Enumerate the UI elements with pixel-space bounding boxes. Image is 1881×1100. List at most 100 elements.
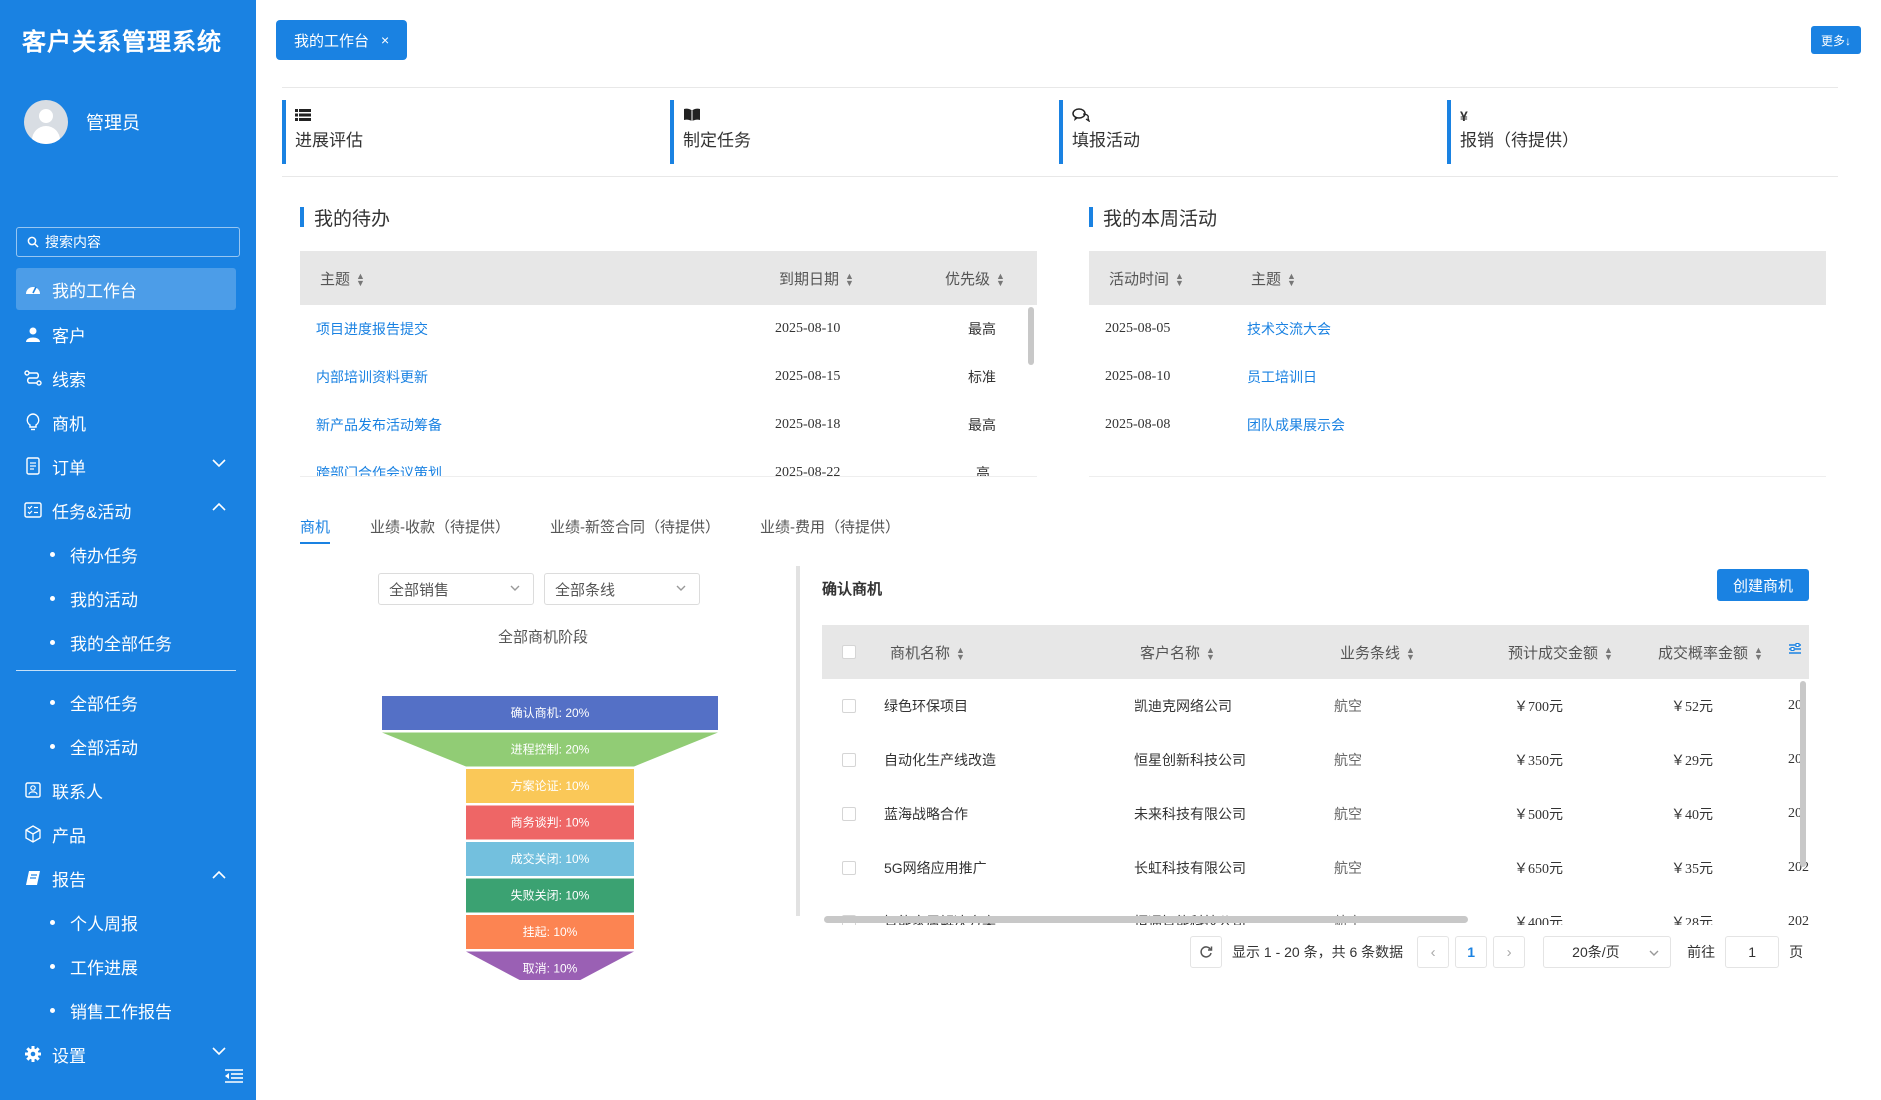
more-button[interactable]: 更多↓ xyxy=(1810,26,1861,54)
sort-icon[interactable]: ▲ ▼ xyxy=(1206,645,1215,661)
activity-subject-link[interactable]: 员工培训日 xyxy=(1247,367,1317,387)
user-profile[interactable]: 管理员 xyxy=(24,100,140,144)
row-checkbox[interactable] xyxy=(842,753,856,767)
create-opportunity-button[interactable]: 创建商机 xyxy=(1717,569,1810,601)
goto-page-input[interactable]: 1 xyxy=(1725,936,1780,968)
sidebar-item-label: 设置 xyxy=(52,1046,86,1066)
column-settings-icon[interactable] xyxy=(1788,642,1802,660)
page-size-select[interactable]: 20条/页 xyxy=(1543,936,1672,968)
select-all-checkbox[interactable] xyxy=(842,645,856,659)
refresh-icon[interactable] xyxy=(1190,936,1222,968)
tab-expenses[interactable]: 业绩-费用（待提供） xyxy=(760,516,900,546)
tab-opportunity[interactable]: 商机 xyxy=(300,516,331,546)
sidebar-subitem-todo-tasks[interactable]: 待办任务 xyxy=(16,532,236,576)
quick-actions: 进展评估 制定任务 填报活动 ¥ 报销（待提供） xyxy=(282,87,1838,177)
line-filter-select[interactable]: 全部条线 xyxy=(544,573,700,605)
table-row[interactable]: 蓝海战略合作 未来科技有限公司 航空 ￥500元 ￥40元 20 xyxy=(822,787,1809,841)
sort-icon[interactable]: ▲ ▼ xyxy=(1175,271,1184,287)
sidebar-item-leads[interactable]: 线索 xyxy=(16,356,236,400)
sidebar-item-label: 线索 xyxy=(52,370,86,390)
sidebar-subitem-my-activities[interactable]: 我的活动 xyxy=(16,576,236,620)
tab-workbench[interactable]: 我的工作台 × xyxy=(276,20,408,60)
column-header-time[interactable]: 活动时间 ▲ ▼ xyxy=(1109,268,1184,289)
opps-vertical-scrollbar[interactable] xyxy=(1800,681,1806,867)
next-page-button[interactable]: › xyxy=(1493,936,1526,968)
page-number-button[interactable]: 1 xyxy=(1455,936,1488,968)
funnel-stage-label: 商务谈判: 10% xyxy=(511,815,590,830)
todo-title: 我的待办 xyxy=(300,204,390,231)
search-input[interactable] xyxy=(45,234,225,250)
column-header-subject[interactable]: 主题 ▲ ▼ xyxy=(1251,268,1296,289)
sort-icon[interactable]: ▲ ▼ xyxy=(1754,645,1763,661)
sort-icon[interactable]: ▲ ▼ xyxy=(996,271,1005,287)
quick-action-task[interactable]: 制定任务 xyxy=(670,100,751,164)
column-header-name[interactable]: 商机名称 ▲ ▼ xyxy=(890,642,965,663)
sidebar-item-customer[interactable]: 客户 xyxy=(16,312,236,356)
table-row[interactable]: 跨部门合作会议策划 2025-08-22 高 xyxy=(300,449,1037,476)
panel-divider[interactable] xyxy=(796,566,800,916)
sort-icon[interactable]: ▲ ▼ xyxy=(1406,645,1415,661)
column-header-subject[interactable]: 主题 ▲ ▼ xyxy=(320,268,365,289)
sales-filter-select[interactable]: 全部销售 xyxy=(378,573,534,605)
quick-action-progress[interactable]: 进展评估 xyxy=(282,100,363,164)
sidebar-subitem-sales-report[interactable]: 销售工作报告 xyxy=(16,988,236,1032)
sort-icon[interactable]: ▲ ▼ xyxy=(956,645,965,661)
table-row[interactable]: 2025-08-05 技术交流大会 xyxy=(1089,305,1826,353)
sidebar-item-tasks[interactable]: 任务&活动 xyxy=(16,488,236,532)
todo-subject-link[interactable]: 跨部门合作会议策划 xyxy=(316,463,442,476)
activity-subject-link[interactable]: 技术交流大会 xyxy=(1247,319,1331,339)
sidebar-item-products[interactable]: 产品 xyxy=(16,812,236,856)
sidebar-item-reports[interactable]: 报告 xyxy=(16,856,236,900)
column-header-amount[interactable]: 预计成交金额 ▲ ▼ xyxy=(1508,642,1613,663)
table-row[interactable]: 自动化生产线改造 恒星创新科技公司 航空 ￥350元 ￥29元 20 xyxy=(822,733,1809,787)
sidebar-subitem-all-activities[interactable]: 全部活动 xyxy=(16,724,236,768)
sidebar-item-opportunity[interactable]: 商机 xyxy=(16,400,236,444)
column-header-line[interactable]: 业务条线 ▲ ▼ xyxy=(1340,642,1415,663)
table-row[interactable]: 绿色环保项目 凯迪克网络公司 航空 ￥700元 ￥52元 20 xyxy=(822,679,1809,733)
sidebar-search[interactable] xyxy=(16,227,240,257)
quick-action-expense[interactable]: ¥ 报销（待提供） xyxy=(1447,100,1579,164)
table-row[interactable]: 新产品发布活动筹备 2025-08-18 最高 xyxy=(300,401,1037,449)
sidebar-subitem-my-all-tasks[interactable]: 我的全部任务 xyxy=(16,620,236,664)
prev-page-button[interactable]: ‹ xyxy=(1417,936,1450,968)
todo-subject-link[interactable]: 项目进度报告提交 xyxy=(316,319,428,339)
week-title: 我的本周活动 xyxy=(1089,204,1217,231)
table-row[interactable]: 2025-08-08 团队成果展示会 xyxy=(1089,401,1826,449)
row-checkbox[interactable] xyxy=(842,807,856,821)
quick-action-activity[interactable]: 填报活动 xyxy=(1059,100,1140,164)
subitem-label: 全部活动 xyxy=(70,738,138,758)
todo-subject-link[interactable]: 新产品发布活动筹备 xyxy=(316,415,442,435)
table-row[interactable]: 项目进度报告提交 2025-08-10 最高 xyxy=(300,305,1037,353)
sidebar-item-dashboard[interactable]: 我的工作台 xyxy=(16,268,236,310)
table-row[interactable]: 2025-08-10 员工培训日 xyxy=(1089,353,1826,401)
sidebar-item-label: 联系人 xyxy=(52,782,103,802)
column-header-priority[interactable]: 优先级 ▲ ▼ xyxy=(945,268,1005,289)
sort-icon[interactable]: ▲ ▼ xyxy=(356,271,365,287)
column-header-prob[interactable]: 成交概率金额 ▲ ▼ xyxy=(1658,642,1763,663)
sidebar-item-settings[interactable]: 设置 xyxy=(16,1032,236,1076)
sidebar-item-orders[interactable]: 订单 xyxy=(16,444,236,488)
collapse-sidebar-icon[interactable] xyxy=(224,1068,244,1088)
row-checkbox[interactable] xyxy=(842,699,856,713)
column-header-due[interactable]: 到期日期 ▲ ▼ xyxy=(779,268,854,289)
sidebar-subitem-progress[interactable]: 工作进展 xyxy=(16,944,236,988)
opps-horizontal-scrollbar[interactable] xyxy=(824,916,1468,923)
sidebar-subitem-weekly[interactable]: 个人周报 xyxy=(16,900,236,944)
table-row[interactable]: 5G网络应用推广 长虹科技有限公司 航空 ￥650元 ￥35元 202 xyxy=(822,841,1809,895)
sidebar-subitem-all-tasks[interactable]: 全部任务 xyxy=(16,680,236,724)
sort-icon[interactable]: ▲ ▼ xyxy=(1604,645,1613,661)
close-icon[interactable]: × xyxy=(381,32,389,48)
table-row[interactable]: 内部培训资料更新 2025-08-15 标准 xyxy=(300,353,1037,401)
activity-subject-link[interactable]: 团队成果展示会 xyxy=(1247,415,1345,435)
todo-scrollbar[interactable] xyxy=(1028,307,1034,365)
row-checkbox[interactable] xyxy=(842,861,856,875)
bullet xyxy=(50,699,55,705)
sidebar-item-contacts[interactable]: 联系人 xyxy=(16,768,236,812)
tab-receipts[interactable]: 业绩-收款（待提供） xyxy=(370,516,510,546)
column-header-customer[interactable]: 客户名称 ▲ ▼ xyxy=(1140,642,1215,663)
sort-icon[interactable]: ▲ ▼ xyxy=(845,271,854,287)
column-label: 业务条线 xyxy=(1340,644,1401,662)
tab-contracts[interactable]: 业绩-新签合同（待提供） xyxy=(550,516,720,546)
todo-subject-link[interactable]: 内部培训资料更新 xyxy=(316,367,428,387)
sort-icon[interactable]: ▲ ▼ xyxy=(1287,271,1296,287)
